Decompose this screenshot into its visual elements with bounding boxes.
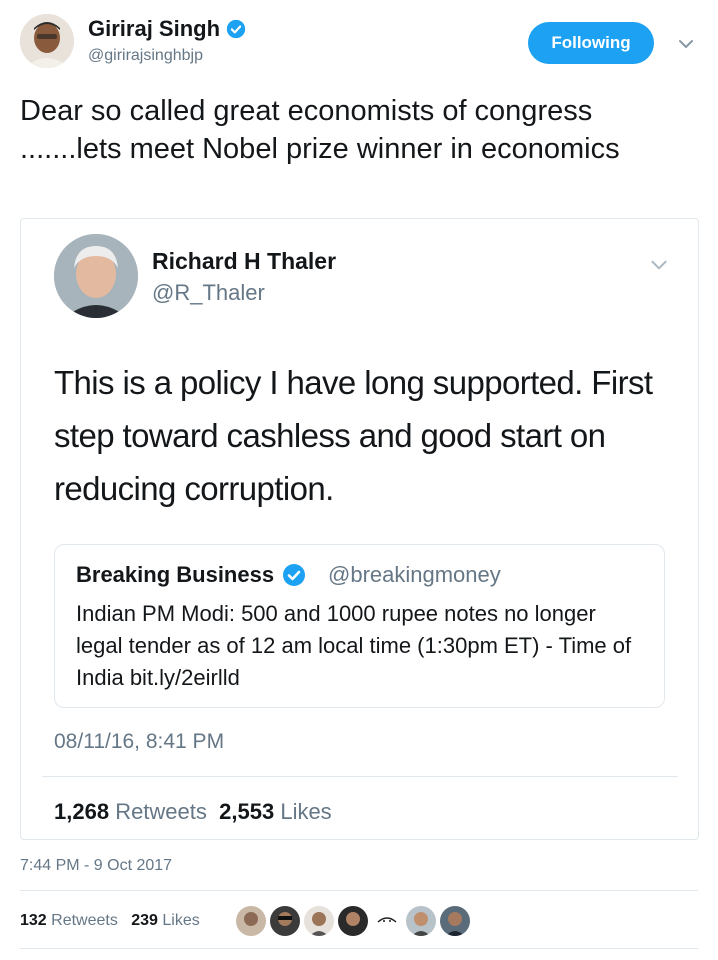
tweet-timestamp[interactable]: 7:44 PM - 9 Oct 2017 xyxy=(20,857,172,875)
quoted-likes-count[interactable]: 2,553 xyxy=(219,799,274,824)
inner-author-handle[interactable]: @breakingmoney xyxy=(328,562,501,588)
chevron-down-icon[interactable] xyxy=(648,254,670,276)
divider xyxy=(20,948,698,949)
quoted-timestamp[interactable]: 08/11/16, 8:41 PM xyxy=(54,730,224,754)
liker-avatar[interactable] xyxy=(236,906,266,936)
quoted-author-handle[interactable]: @R_Thaler xyxy=(152,280,265,306)
liker-avatar[interactable] xyxy=(270,906,300,936)
verified-badge-icon xyxy=(283,564,306,586)
divider xyxy=(20,890,698,891)
tweet-stats: 132 Retweets 239 Likes xyxy=(20,912,200,930)
likes-label[interactable]: Likes xyxy=(162,912,199,929)
liker-avatar[interactable] xyxy=(372,906,402,936)
liker-avatar[interactable] xyxy=(338,906,368,936)
liker-avatars xyxy=(236,906,470,936)
retweets-count[interactable]: 132 xyxy=(20,912,47,929)
inner-author-name[interactable]: Breaking Business xyxy=(76,562,306,588)
quoted-retweets-label[interactable]: Retweets xyxy=(115,799,207,824)
author-avatar[interactable] xyxy=(20,14,74,68)
quoted-retweets-count[interactable]: 1,268 xyxy=(54,799,109,824)
retweets-label[interactable]: Retweets xyxy=(51,912,118,929)
divider xyxy=(42,776,678,777)
inner-quoted-text: Indian PM Modi: 500 and 1000 rupee notes… xyxy=(76,601,632,690)
author-name-text[interactable]: Giriraj Singh xyxy=(88,16,220,42)
liker-avatar[interactable] xyxy=(406,906,436,936)
likes-count[interactable]: 239 xyxy=(131,912,158,929)
verified-badge-icon xyxy=(226,19,246,39)
quoted-likes-label[interactable]: Likes xyxy=(280,799,331,824)
author-name[interactable]: Giriraj Singh xyxy=(88,16,246,42)
chevron-down-icon[interactable] xyxy=(676,34,696,54)
inner-author-name-text[interactable]: Breaking Business xyxy=(76,562,274,588)
author-handle[interactable]: @girirajsinghbjp xyxy=(88,47,203,65)
quoted-stats: 1,268 Retweets 2,553 Likes xyxy=(54,799,332,825)
quoted-author-name[interactable]: Richard H Thaler xyxy=(152,248,336,275)
tweet-text: Dear so called great economists of congr… xyxy=(20,95,620,165)
liker-avatar[interactable] xyxy=(304,906,334,936)
following-button[interactable]: Following xyxy=(528,22,654,64)
quoted-author-avatar[interactable] xyxy=(54,234,138,318)
liker-avatar[interactable] xyxy=(440,906,470,936)
quoted-tweet-text: This is a policy I have long supported. … xyxy=(54,364,653,507)
